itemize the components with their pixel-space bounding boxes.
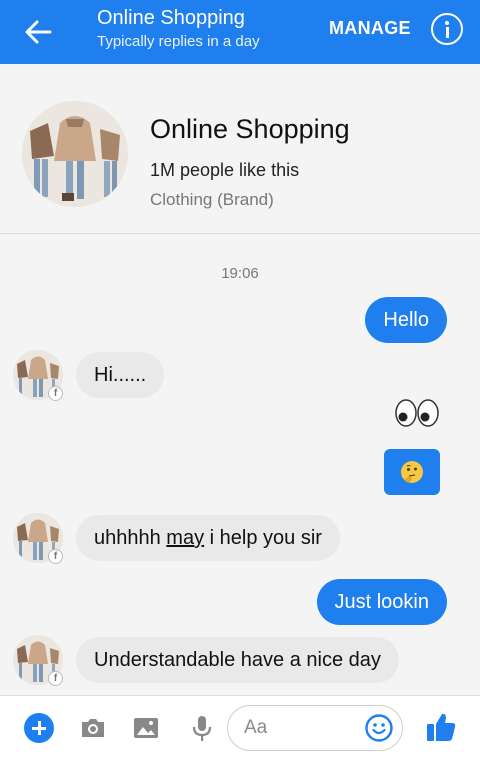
gallery-icon[interactable] (130, 712, 162, 744)
outgoing-emoji-message[interactable] (384, 449, 440, 495)
message-text: i help you sir (204, 527, 322, 549)
outgoing-message[interactable]: Hello (365, 297, 447, 343)
underlined-word[interactable]: may (166, 527, 204, 549)
back-arrow-icon[interactable] (20, 14, 56, 50)
chat-header: Online Shopping Typically replies in a d… (0, 0, 480, 64)
manage-button[interactable]: MANAGE (329, 18, 411, 39)
response-time-text: Typically replies in a day (97, 33, 260, 50)
outgoing-message[interactable]: Just lookin (316, 579, 447, 625)
message-composer (0, 695, 480, 759)
incoming-message[interactable]: Understandable have a nice day (76, 637, 399, 683)
message-text: uhhhhh (94, 527, 167, 549)
microphone-icon[interactable] (186, 712, 218, 744)
page-profile-card: Online Shopping 1M people like this Clot… (0, 64, 480, 234)
incoming-message[interactable]: Hi...... (76, 352, 165, 398)
incoming-message[interactable]: uhhhhh may i help you sir (76, 515, 340, 561)
thinking-face-emoji (400, 460, 424, 484)
plus-icon[interactable] (24, 713, 54, 743)
message-timestamp: 19:06 (221, 265, 259, 282)
info-icon[interactable] (431, 13, 463, 45)
messenger-badge-icon: f (48, 671, 63, 686)
page-name: Online Shopping (150, 114, 350, 144)
messenger-badge-icon: f (48, 549, 63, 564)
page-avatar[interactable] (22, 101, 128, 207)
page-likes-count: 1M people like this (150, 160, 300, 180)
chat-title[interactable]: Online Shopping (97, 6, 245, 30)
page-category: Clothing (Brand) (150, 190, 274, 209)
thumbs-up-icon[interactable] (424, 710, 458, 744)
eyes-emoji[interactable] (394, 398, 440, 428)
emoji-smile-icon[interactable] (364, 713, 394, 743)
messenger-badge-icon: f (48, 386, 63, 401)
camera-icon[interactable] (77, 712, 109, 744)
